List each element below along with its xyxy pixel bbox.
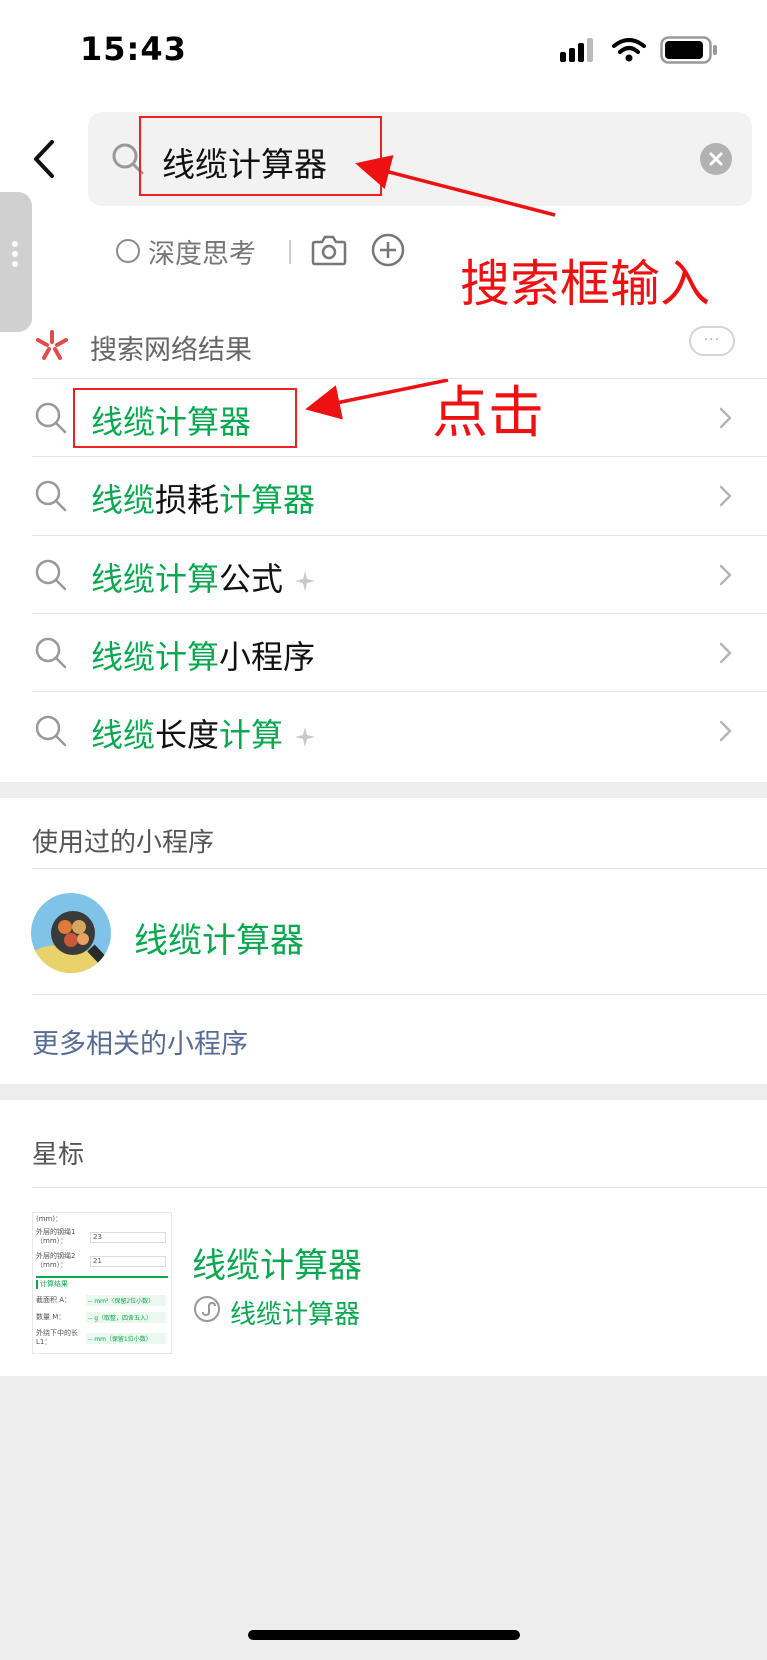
highlighted-text: 线缆 xyxy=(91,481,156,519)
chevron-right-icon xyxy=(719,407,732,429)
thumb-text: 外层的钢绳2（mm）： xyxy=(36,1252,76,1269)
home-indicator xyxy=(248,1630,520,1640)
starred-title: 星标 xyxy=(32,1140,85,1170)
thumb-result-label: 外绕下中的长 L1： xyxy=(36,1329,78,1346)
plain-text: 小程序 xyxy=(219,638,316,676)
starred-thumbnail[interactable]: (mm)： 外层的钢绳1（mm）： 23 外层的钢绳2（mm）： 21 计算结果… xyxy=(32,1212,172,1354)
suggestion-text: 线缆损耗计算器 xyxy=(91,475,315,521)
plain-text: 损耗 xyxy=(155,481,220,519)
annotation-search-input-label: 搜索框输入 xyxy=(460,255,710,313)
ai-sparkle-icon xyxy=(295,727,316,747)
suggestion-text: 线缆长度计算 xyxy=(91,710,317,756)
chevron-right-icon xyxy=(719,642,732,664)
search-icon xyxy=(35,559,67,591)
arrow-to-search-box xyxy=(355,155,556,217)
search-suggestion-row[interactable]: 线缆计算小程序 xyxy=(0,613,767,691)
highlighted-text: 线缆计算 xyxy=(91,638,220,676)
more-mini-programs-link[interactable]: 更多相关的小程序 xyxy=(32,1022,248,1061)
thumb-result-row: 截面积 A： -- mm²（保留2位小数） xyxy=(36,1295,168,1306)
chevron-right-icon xyxy=(719,485,732,507)
thumb-input: 23 xyxy=(90,1231,166,1243)
mini-program-icon xyxy=(194,1296,220,1322)
divider xyxy=(32,994,767,995)
thumb-result-value: -- mm（保留1位小数） xyxy=(86,1332,166,1344)
divider xyxy=(32,1187,767,1188)
highlighted-text: 计算器 xyxy=(219,481,316,519)
search-icon xyxy=(35,402,67,434)
thumb-text: 外层的钢绳1（mm）： xyxy=(36,1228,76,1245)
thumb-result-label: 截面积 A： xyxy=(36,1296,72,1304)
divider xyxy=(32,535,767,536)
used-mini-programs-title: 使用过的小程序 xyxy=(32,828,215,858)
chevron-right-icon xyxy=(719,720,732,742)
thumb-result-value: -- g（取整，四舍五入） xyxy=(86,1312,166,1323)
plain-text: 长度 xyxy=(155,716,220,754)
starred-item-title[interactable]: 线缆计算器 xyxy=(192,1238,362,1287)
search-suggestion-row[interactable]: 线缆计算公式 xyxy=(0,535,767,613)
annotation-result-highlight xyxy=(73,388,297,448)
highlighted-text: 线缆计算 xyxy=(91,560,220,598)
plain-text: 公式 xyxy=(219,560,284,598)
suggestion-text: 线缆计算小程序 xyxy=(91,632,315,678)
divider xyxy=(32,691,767,692)
mini-program-avatar[interactable] xyxy=(31,893,111,973)
thumb-result-row: 方股是中的长 L2：23.0 mm（保留1位小数） xyxy=(36,1353,168,1354)
cable-avatar-icon xyxy=(31,893,111,973)
thumb-input: 21 xyxy=(90,1255,166,1267)
thumb-result-row: 外绕下中的长 L1： -- mm（保留1位小数） xyxy=(36,1329,168,1347)
web-results-label: 搜索网络结果 xyxy=(90,335,252,366)
search-suggestion-row[interactable]: 线缆长度计算 xyxy=(0,691,767,769)
chevron-right-icon xyxy=(719,564,732,586)
thumb-result-label: 数量 M： xyxy=(36,1313,66,1321)
starred-item-source[interactable]: 线缆计算器 xyxy=(230,1294,360,1331)
search-icon xyxy=(35,715,67,747)
divider xyxy=(32,613,767,614)
web-search-logo-icon xyxy=(36,330,68,360)
divider xyxy=(32,378,767,379)
highlighted-text: 计算 xyxy=(219,716,284,754)
thumb-result-label: 方股是中的长 L2： xyxy=(36,1353,86,1354)
thumb-result-row: 数量 M： -- g（取整，四舍五入） xyxy=(36,1312,168,1323)
thumb-result-title: 计算结果 xyxy=(36,1280,168,1289)
thumb-result-value: -- mm²（保留2位小数） xyxy=(86,1295,166,1306)
thumb-text: (mm)： xyxy=(36,1215,63,1223)
highlighted-text: 线缆 xyxy=(91,716,156,754)
divider xyxy=(32,868,767,869)
more-options-button[interactable]: ··· xyxy=(689,326,735,356)
search-icon xyxy=(35,637,67,669)
search-icon xyxy=(35,480,67,512)
mini-program-name[interactable]: 线缆计算器 xyxy=(134,913,304,962)
divider xyxy=(32,456,767,457)
search-suggestion-row[interactable]: 线缆损耗计算器 xyxy=(0,456,767,534)
ai-sparkle-icon xyxy=(295,571,316,591)
suggestion-text: 线缆计算公式 xyxy=(91,554,317,600)
